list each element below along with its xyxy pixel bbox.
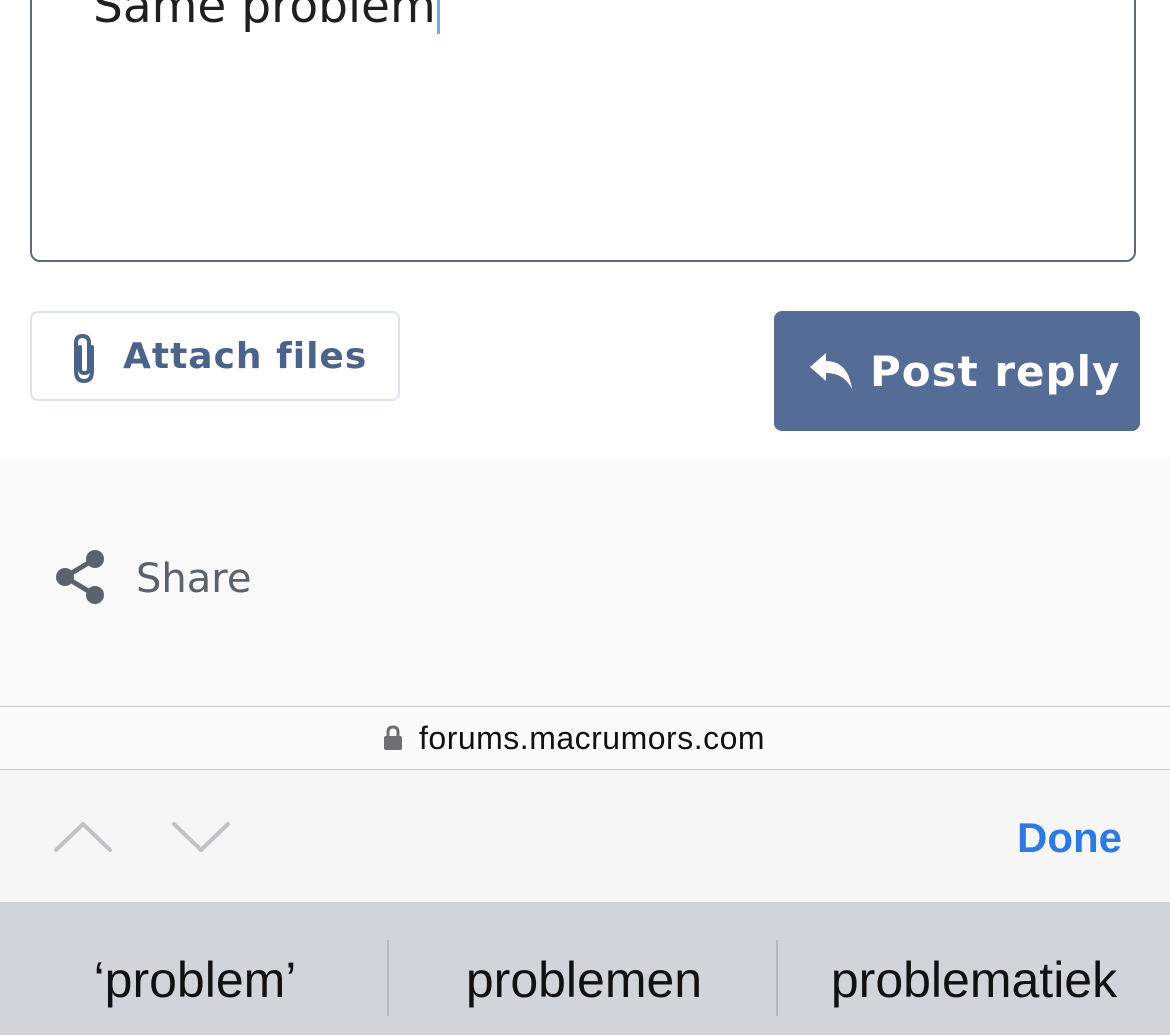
chevron-up-icon[interactable] <box>52 816 114 856</box>
url-text: forums.macrumors.com <box>419 720 766 756</box>
share-icon <box>52 548 108 606</box>
suggestion-divider <box>387 940 389 1016</box>
lock-icon <box>383 725 403 751</box>
text-caret <box>436 0 440 34</box>
keyboard-accessory-bar: Done <box>0 770 1170 902</box>
attach-files-label: Attach files <box>123 336 368 377</box>
reply-text: Same problem <box>93 0 436 34</box>
share-label: Share <box>136 556 252 602</box>
suggestion-item[interactable]: ‘problem’ <box>0 950 390 1010</box>
chevron-down-icon[interactable] <box>170 818 232 858</box>
predictive-text-bar: ‘problem’ problemen problematiek <box>0 902 1170 1035</box>
browser-url-bar[interactable]: forums.macrumors.com <box>0 706 1170 770</box>
reply-editor[interactable]: Same problem <box>30 0 1136 262</box>
paperclip-icon <box>68 331 102 385</box>
post-reply-button[interactable]: Post reply <box>774 311 1140 431</box>
suggestion-item[interactable]: problematiek <box>778 950 1170 1010</box>
share-button[interactable]: Share <box>52 546 312 610</box>
reply-editor-text[interactable]: Same problem <box>93 0 440 34</box>
share-section: Share <box>0 460 1170 706</box>
post-reply-label: Post reply <box>870 347 1121 396</box>
done-button[interactable]: Done <box>1017 814 1122 862</box>
attach-files-button[interactable]: Attach files <box>30 311 400 401</box>
suggestion-item[interactable]: problemen <box>390 950 778 1010</box>
reply-arrow-icon <box>808 351 854 391</box>
